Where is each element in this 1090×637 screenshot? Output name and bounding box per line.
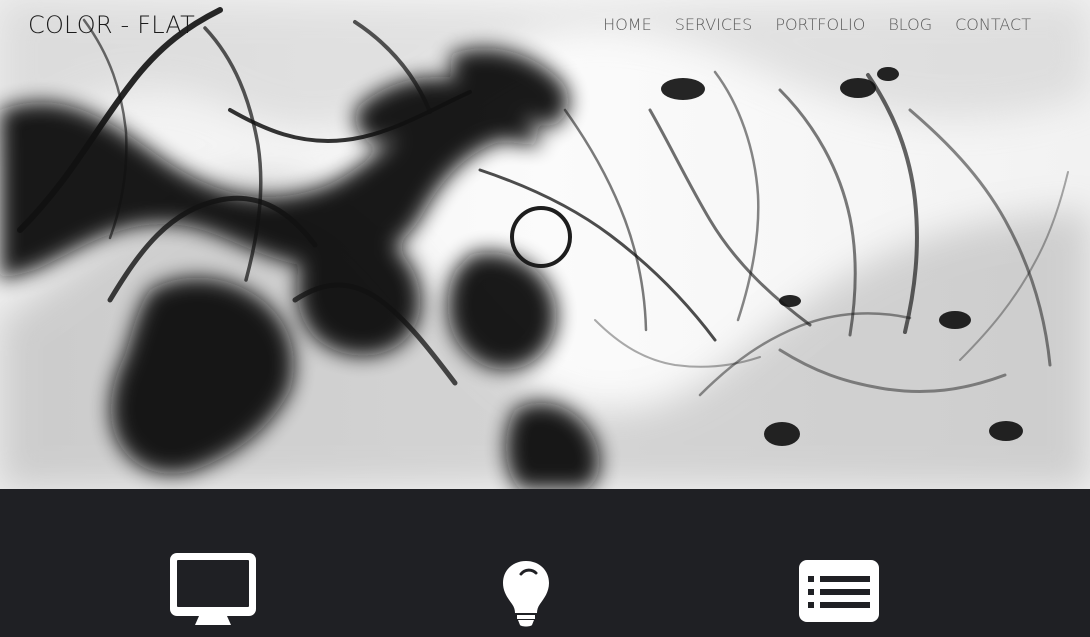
loading-circle-icon bbox=[510, 206, 572, 268]
hero-banner: COLOR - FLAT HOME SERVICES PORTFOLIO BLO… bbox=[0, 0, 1090, 489]
desktop-icon bbox=[170, 553, 256, 625]
nav-home-link[interactable]: HOME bbox=[603, 16, 652, 34]
list-icon bbox=[799, 560, 879, 622]
site-logo[interactable]: COLOR - FLAT bbox=[28, 10, 195, 40]
nav-contact-link[interactable]: CONTACT bbox=[955, 16, 1031, 34]
nav-blog-link[interactable]: BLOG bbox=[888, 16, 932, 34]
lightbulb-icon bbox=[503, 561, 549, 627]
nav-services-link[interactable]: SERVICES bbox=[675, 16, 753, 34]
nav-portfolio-link[interactable]: PORTFOLIO bbox=[775, 16, 865, 34]
main-navigation: HOME SERVICES PORTFOLIO BLOG CONTACT bbox=[603, 16, 1031, 34]
